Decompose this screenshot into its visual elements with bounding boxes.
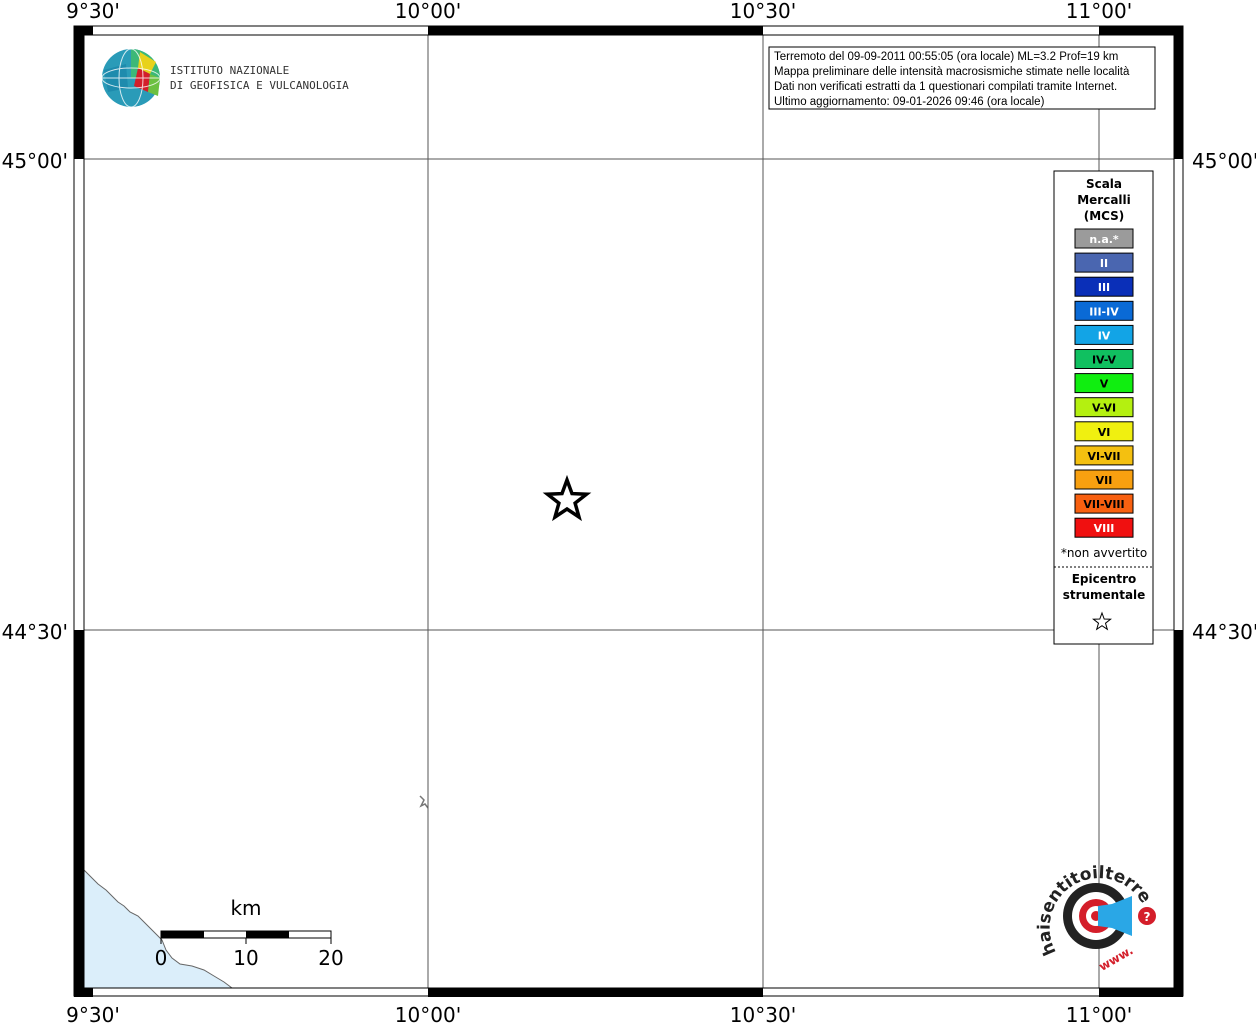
epicenter-label-2: strumentale bbox=[1063, 588, 1146, 602]
legend-title-1: Scala bbox=[1086, 177, 1122, 191]
legend-swatch-label: VI bbox=[1098, 426, 1111, 439]
lon-label-bottom-4: 11°00' bbox=[1066, 1003, 1132, 1024]
scale-unit: km bbox=[230, 896, 261, 920]
lat-label-left-2: 44°30' bbox=[2, 620, 68, 644]
info-line-2: Mappa preliminare delle intensità macros… bbox=[774, 66, 1130, 78]
lon-label-bottom-3: 10°30' bbox=[730, 1003, 796, 1024]
legend-footnote: *non avvertito bbox=[1061, 546, 1147, 560]
legend-title-3: (MCS) bbox=[1084, 209, 1125, 223]
scale-tick-20: 20 bbox=[318, 946, 343, 970]
ingv-name-line1: ISTITUTO NAZIONALE bbox=[170, 64, 289, 77]
legend-title-2: Mercalli bbox=[1077, 193, 1131, 207]
info-line-4: Ultimo aggiornamento: 09-01-2026 09:46 (… bbox=[774, 96, 1045, 108]
epicenter-label-1: Epicentro bbox=[1072, 572, 1137, 586]
lon-label-top-1: 9°30' bbox=[66, 0, 120, 23]
legend-swatch-label: VII bbox=[1096, 474, 1113, 487]
legend-swatch-label: V-VI bbox=[1092, 402, 1116, 415]
legend-swatch-label: III bbox=[1098, 281, 1110, 294]
lat-label-right-2: 44°30' bbox=[1192, 620, 1256, 644]
lon-label-bottom-1: 9°30' bbox=[66, 1003, 120, 1024]
legend-swatch-label: IV-V bbox=[1092, 354, 1117, 367]
svg-text:?: ? bbox=[1144, 910, 1151, 924]
event-info-box: Terremoto del 09-09-2011 00:55:05 (ora l… bbox=[768, 46, 1156, 110]
lat-label-right-1: 45°00' bbox=[1192, 149, 1256, 173]
lon-label-bottom-2: 10°00' bbox=[395, 1003, 461, 1024]
legend-swatch-label: V bbox=[1100, 378, 1109, 391]
ingv-name-line2: DI GEOFISICA E VULCANOLOGIA bbox=[170, 79, 349, 92]
legend-swatch-label: VII-VIII bbox=[1083, 498, 1124, 511]
scale-tick-10: 10 bbox=[233, 946, 258, 970]
intensity-map: 9°30' 10°00' 10°30' 11°00' 9°30' 10°00' … bbox=[0, 0, 1256, 1024]
info-line-1: Terremoto del 09-09-2011 00:55:05 (ora l… bbox=[774, 51, 1118, 63]
legend-swatch-label: II bbox=[1100, 257, 1108, 270]
mcs-legend: Scala Mercalli (MCS) n.a.*IIIIIIII-IVIVI… bbox=[1053, 170, 1154, 645]
lon-label-top-3: 10°30' bbox=[730, 0, 796, 23]
legend-swatch-label: III-IV bbox=[1089, 305, 1119, 318]
lon-label-top-4: 11°00' bbox=[1066, 0, 1132, 23]
scale-tick-0: 0 bbox=[155, 946, 168, 970]
map-outer-frame bbox=[73, 25, 1184, 997]
lon-label-top-2: 10°00' bbox=[395, 0, 461, 23]
legend-swatch-label: VI-VII bbox=[1087, 450, 1120, 463]
lat-label-left-1: 45°00' bbox=[2, 149, 68, 173]
info-line-3: Dati non verificati estratti da 1 questi… bbox=[774, 81, 1117, 93]
legend-swatch-label: IV bbox=[1098, 329, 1111, 342]
legend-swatch-label: n.a.* bbox=[1089, 233, 1119, 246]
legend-swatch-label: VIII bbox=[1094, 522, 1115, 535]
